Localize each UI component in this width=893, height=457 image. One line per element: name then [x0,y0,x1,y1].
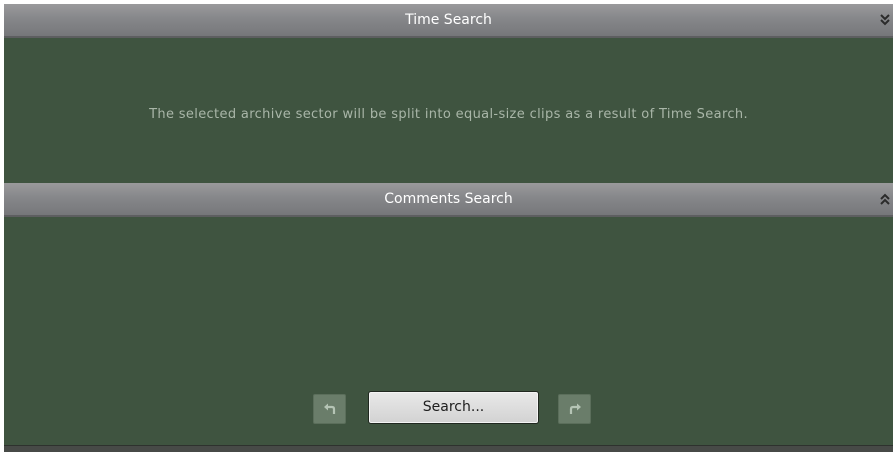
search-button[interactable]: Search... [368,391,539,424]
double-chevron-down-icon[interactable] [877,4,893,36]
double-chevron-up-icon[interactable] [877,183,893,215]
back-button[interactable] [313,394,346,424]
time-search-description: The selected archive sector will be spli… [149,107,748,122]
comments-search-header[interactable]: Comments Search [4,183,893,217]
search-panel: Time Search The selected archive sector … [4,4,893,452]
time-search-title: Time Search [405,12,492,28]
comments-search-title: Comments Search [384,191,513,207]
bottom-divider [4,445,893,452]
forward-button[interactable] [558,394,591,424]
redo-arrow-icon [569,403,581,414]
time-search-header[interactable]: Time Search [4,4,893,38]
undo-arrow-icon [323,403,335,414]
